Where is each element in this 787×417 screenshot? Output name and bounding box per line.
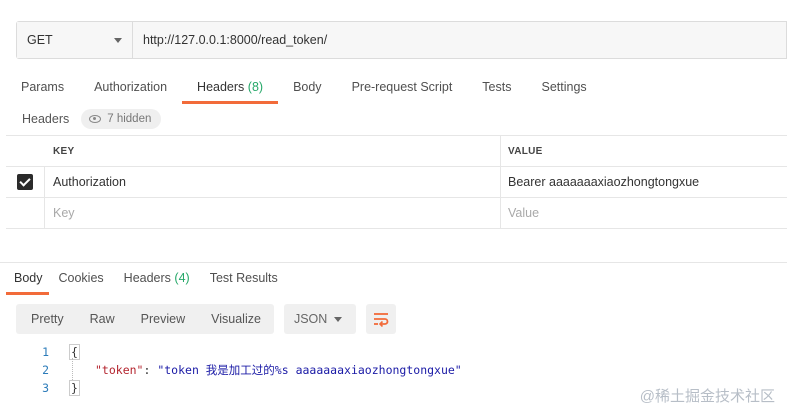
method-label: GET xyxy=(27,33,53,47)
tab-label: Authorization xyxy=(94,80,168,94)
tab-pre-request-script[interactable]: Pre-request Script xyxy=(337,72,468,102)
response-divider[interactable] xyxy=(0,262,787,263)
tab-label: Test Results xyxy=(209,271,278,285)
enabled-checkbox[interactable] xyxy=(17,174,33,190)
row-checkbox-cell xyxy=(6,167,45,197)
request-bar: GET http://127.0.0.1:8000/read_token/ xyxy=(16,21,787,59)
line-number: 3 xyxy=(42,381,49,395)
json-value: "token 我是加工过的%s aaaaaaaxiaozhongtongxue" xyxy=(157,363,462,377)
tab-count-badge: (4) xyxy=(174,271,190,285)
chevron-down-icon xyxy=(333,317,342,322)
column-header-key: KEY xyxy=(45,136,501,166)
response-toolbar: Pretty Raw Preview Visualize JSON xyxy=(16,304,396,334)
response-tab-test-results[interactable]: Test Results xyxy=(200,264,288,292)
table-row-new: Key Value xyxy=(6,198,787,229)
header-check-column xyxy=(6,136,45,166)
tab-authorization[interactable]: Authorization xyxy=(79,72,182,102)
column-header-value: VALUE xyxy=(508,145,543,157)
response-tab-body[interactable]: Body xyxy=(0,264,49,295)
format-select[interactable]: JSON xyxy=(283,304,356,334)
new-key-input[interactable]: Key xyxy=(45,198,501,228)
tab-label: Headers xyxy=(197,80,245,94)
json-separator: : xyxy=(143,363,158,377)
tab-label: Headers xyxy=(123,271,171,285)
tab-count-badge: (8) xyxy=(247,80,264,94)
indent-guide xyxy=(72,358,73,380)
response-tab-cookies[interactable]: Cookies xyxy=(49,264,114,292)
code-text: } xyxy=(69,380,80,396)
headers-table: KEY VALUE Authorization Bearer aaaaaaaxi… xyxy=(6,135,787,229)
tab-headers[interactable]: Headers (8) xyxy=(182,72,279,104)
eye-icon xyxy=(89,115,102,123)
tab-tests[interactable]: Tests xyxy=(467,72,526,102)
view-mode-segmented: Pretty Raw Preview Visualize xyxy=(16,304,274,334)
tab-label: Tests xyxy=(482,80,512,94)
headers-section-label: Headers xyxy=(22,112,70,126)
mode-pretty-button[interactable]: Pretty xyxy=(16,304,77,334)
wrap-lines-icon xyxy=(373,313,389,327)
json-key: "token" xyxy=(95,363,144,377)
response-tabs: Body Cookies Headers (4) Test Results xyxy=(0,264,288,295)
hidden-headers-toggle[interactable]: 7 hidden xyxy=(81,109,162,129)
mode-preview-button[interactable]: Preview xyxy=(128,304,198,334)
mode-raw-button[interactable]: Raw xyxy=(77,304,128,334)
line-number: 2 xyxy=(42,363,49,377)
header-key-cell[interactable]: Authorization xyxy=(45,167,501,197)
table-row: Authorization Bearer aaaaaaaxiaozhongton… xyxy=(6,167,787,198)
tab-label: Params xyxy=(21,80,65,94)
request-tabs: Params Authorization Headers (8) Body Pr… xyxy=(0,72,602,104)
headers-section-header: Headers 7 hidden xyxy=(22,109,162,129)
code-line: 1 { xyxy=(0,343,787,361)
tab-label: Cookies xyxy=(58,271,104,285)
response-tab-headers[interactable]: Headers (4) xyxy=(114,264,200,292)
url-input[interactable]: http://127.0.0.1:8000/read_token/ xyxy=(133,22,786,58)
mode-visualize-button[interactable]: Visualize xyxy=(198,304,274,334)
chevron-down-icon xyxy=(114,38,122,43)
wrap-lines-button[interactable] xyxy=(365,304,396,334)
tab-label: Body xyxy=(293,80,322,94)
watermark: @稀土掘金技术社区 xyxy=(640,385,775,406)
code-text: { xyxy=(69,344,80,360)
hidden-count-label: 7 hidden xyxy=(107,113,152,125)
method-select[interactable]: GET xyxy=(17,22,133,58)
tab-params[interactable]: Params xyxy=(0,72,79,102)
tab-label: Settings xyxy=(541,80,587,94)
new-value-input[interactable]: Value xyxy=(501,198,787,228)
format-label: JSON xyxy=(293,312,328,326)
tab-label: Pre-request Script xyxy=(351,80,453,94)
watermark-text: @稀土掘金技术社区 xyxy=(639,388,775,405)
line-number: 1 xyxy=(42,345,49,359)
table-header-row: KEY VALUE xyxy=(6,136,787,167)
tab-label: Body xyxy=(14,271,43,285)
header-value-cell[interactable]: Bearer aaaaaaaxiaozhongtongxue xyxy=(501,167,787,197)
code-line: 2 "token": "token 我是加工过的%s aaaaaaaxiaozh… xyxy=(0,361,787,379)
row-checkbox-cell xyxy=(6,198,45,228)
tab-settings[interactable]: Settings xyxy=(526,72,601,102)
tab-body[interactable]: Body xyxy=(278,72,337,102)
